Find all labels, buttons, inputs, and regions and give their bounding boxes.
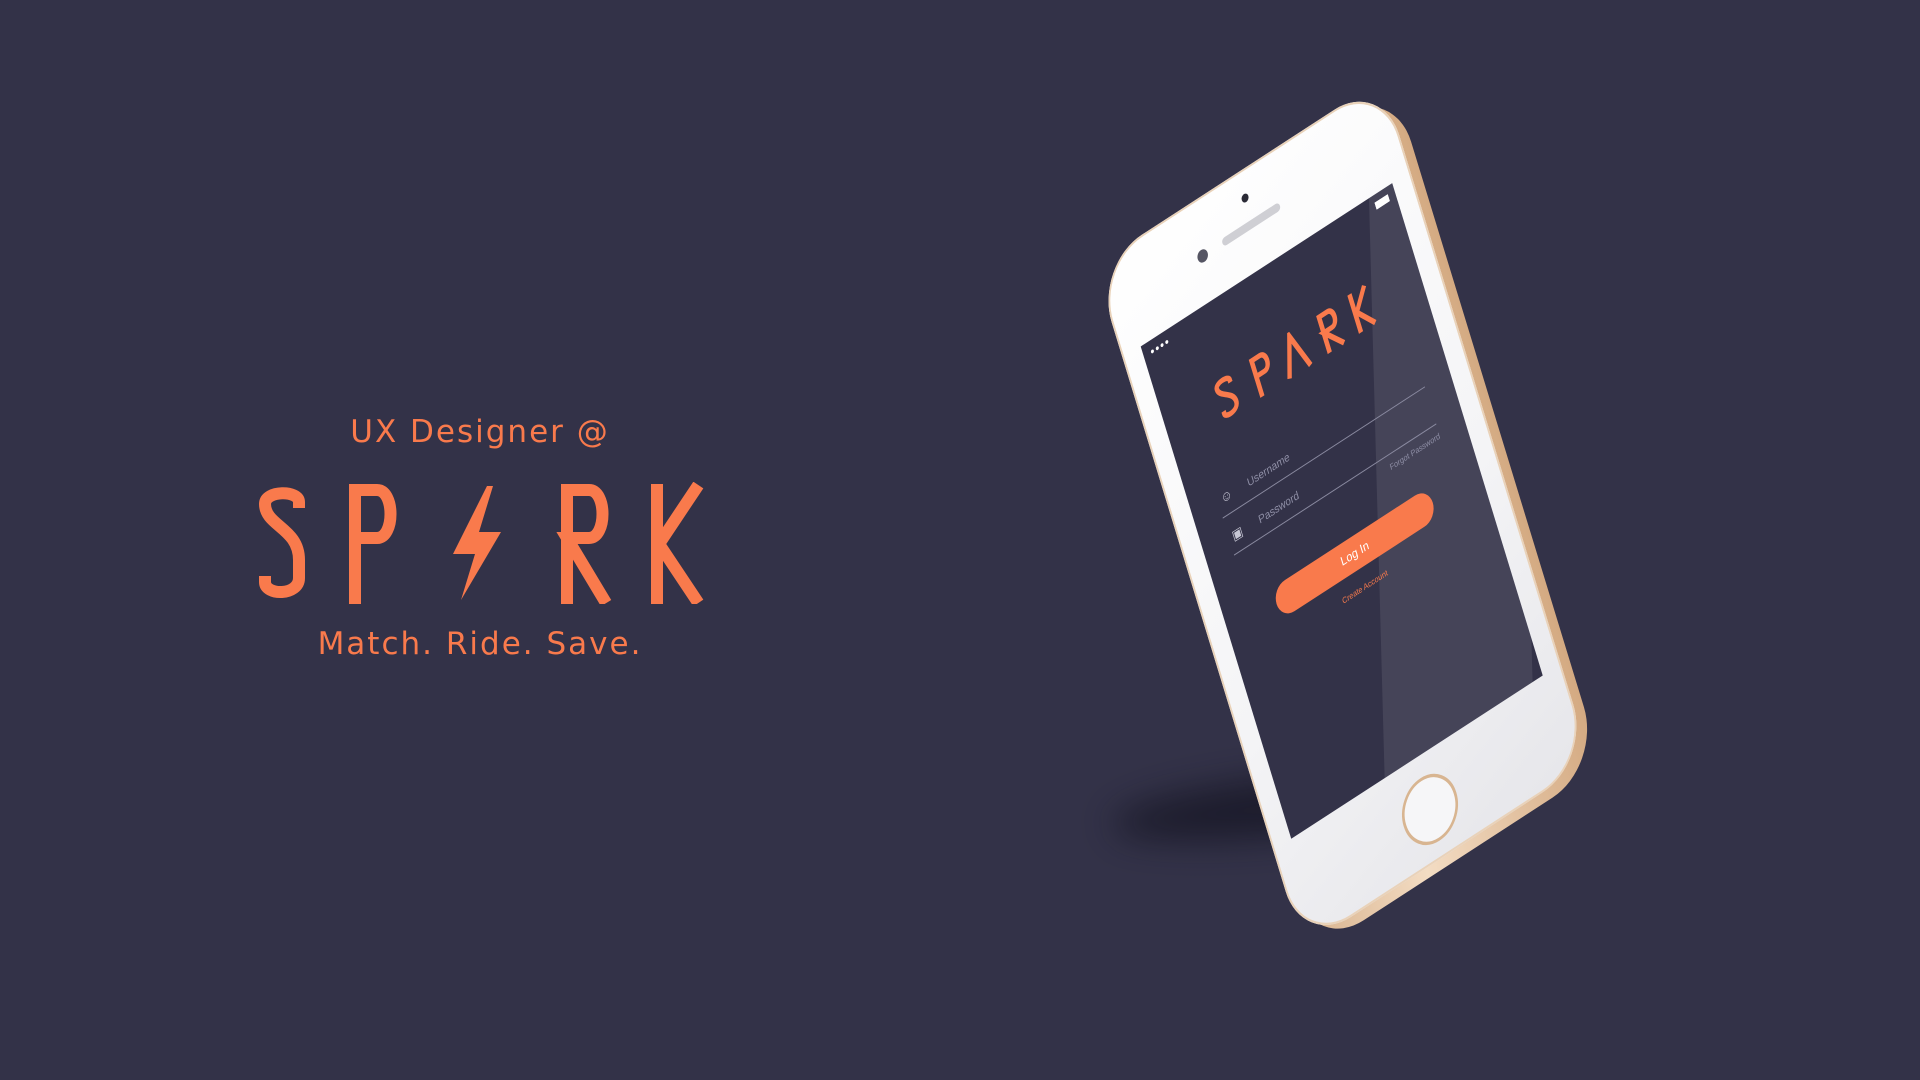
brand-tagline: Match. Ride. Save.: [317, 626, 643, 662]
small-logo-letter-a: [1287, 329, 1313, 380]
lock-icon: ▣: [1230, 522, 1245, 544]
phone-mockup: ●●●● ☺ ▣ Forgot Password Lo: [1006, 24, 1675, 1005]
brand-block: UX Designer @ Match. Ride. Save.: [230, 410, 730, 666]
logo-letter-s: [258, 487, 306, 599]
logo-letter-k: [651, 482, 704, 604]
logo-letter-r: [556, 484, 612, 604]
brand-eyebrow: UX Designer @: [350, 414, 610, 450]
small-logo-letter-s: [1214, 375, 1239, 418]
small-logo-letter-k: [1347, 285, 1377, 334]
page: UX Designer @ Match. Ride. Save. ●●●● ☺ …: [0, 0, 1920, 1080]
small-logo-letter-p: [1248, 352, 1270, 398]
logo-letter-p: [349, 484, 397, 604]
lightning-bolt-icon: [453, 486, 501, 600]
small-logo-letter-r: [1316, 308, 1346, 355]
user-icon: ☺: [1218, 485, 1235, 507]
spark-logo-large: [258, 482, 704, 604]
signal-icon: ●●●●: [1149, 335, 1171, 357]
